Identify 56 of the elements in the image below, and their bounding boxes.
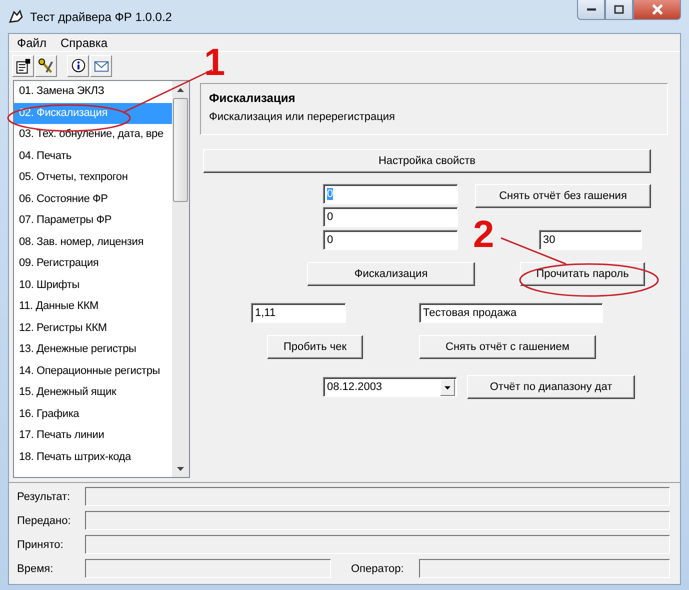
report-button[interactable]: Снять отчёт с гашением xyxy=(419,335,596,359)
info-icon[interactable] xyxy=(67,55,89,77)
properties-button[interactable]: Настройка свойств xyxy=(203,149,651,173)
tools-icon[interactable] xyxy=(35,55,57,77)
maximize-icon xyxy=(614,4,624,14)
sidebar-item[interactable]: 04. Печать xyxy=(14,146,172,167)
sidebar-item[interactable]: 05. Отчеты, техпрогон xyxy=(14,167,172,188)
properties-icon[interactable] xyxy=(12,55,34,77)
date-report-button[interactable]: Отчёт по диапазону дат xyxy=(467,375,635,399)
sidebar-item[interactable]: 15. Денежный ящик xyxy=(14,382,172,404)
window-title: Тест драйвера ФР 1.0.0.2 xyxy=(30,10,172,24)
status-label: Время: xyxy=(17,562,54,574)
minimize-button[interactable] xyxy=(577,0,605,20)
scrollbar[interactable] xyxy=(172,81,189,477)
maximize-button[interactable] xyxy=(605,0,633,20)
menu-item[interactable]: Справка xyxy=(60,36,108,50)
sidebar-item[interactable]: 16. Графика xyxy=(14,404,172,425)
sidebar-item[interactable]: 11. Данные ККМ xyxy=(14,296,172,318)
sidebar-item[interactable]: 09. Регистрация xyxy=(14,253,172,274)
status-label: Результат: xyxy=(17,490,72,502)
minimize-icon xyxy=(586,8,596,11)
panel-title: Фискализация xyxy=(209,91,296,105)
date-value: 08.12.2003 xyxy=(327,380,384,395)
password-field[interactable]: 30 xyxy=(539,230,642,250)
leader-line xyxy=(500,237,566,265)
panel-subtitle: Фискализация или перерегистрация xyxy=(209,111,396,123)
app-icon xyxy=(8,8,24,24)
menu-item[interactable]: Файл xyxy=(17,36,47,50)
read-password-button[interactable]: Прочитать пароль xyxy=(520,262,645,286)
sidebar-item[interactable]: 17. Печать линии xyxy=(14,425,172,446)
input-field[interactable]: 0 xyxy=(323,207,458,227)
close-icon xyxy=(652,4,662,15)
status-label: Передано: xyxy=(17,514,72,526)
sidebar-item[interactable]: 01. Замена ЭКЛЗ xyxy=(14,81,172,102)
fiscalize-button[interactable]: Фискализация xyxy=(307,262,475,286)
input-field[interactable]: 0 xyxy=(323,230,458,250)
close-button[interactable] xyxy=(633,0,681,20)
mail-icon[interactable] xyxy=(90,55,112,77)
status-label: Оператор: xyxy=(351,562,405,574)
annotation-number: 1 xyxy=(204,44,226,82)
print-check-button[interactable]: Пробить чек xyxy=(267,335,363,359)
scrollbar-thumb[interactable] xyxy=(173,98,188,202)
date-dropdown[interactable]: 08.12.2003 xyxy=(323,377,457,397)
text-field[interactable]: Тестовая продажа xyxy=(419,303,603,323)
sidebar-item[interactable]: 10. Шрифты xyxy=(14,274,172,296)
sidebar-item[interactable]: 07. Параметры ФР xyxy=(14,210,172,232)
annotation-number: 2 xyxy=(473,216,494,254)
report-button[interactable]: Снять отчёт без гашения xyxy=(475,184,651,208)
sidebar-item[interactable]: 08. Зав. номер, лицензия xyxy=(14,232,172,253)
sidebar-item[interactable]: 13. Денежные регистры xyxy=(14,339,172,360)
status-label: Принято: xyxy=(17,538,64,550)
sidebar-item[interactable]: 14. Операционные регистры xyxy=(14,360,172,382)
sidebar-item[interactable]: 12. Регистры ККМ xyxy=(14,318,172,339)
amount-field[interactable]: 1,11 xyxy=(251,303,346,323)
sidebar-item[interactable]: 06. Состояние ФР xyxy=(14,188,172,210)
sidebar-item[interactable]: 18. Печать штрих-кода xyxy=(14,446,172,468)
